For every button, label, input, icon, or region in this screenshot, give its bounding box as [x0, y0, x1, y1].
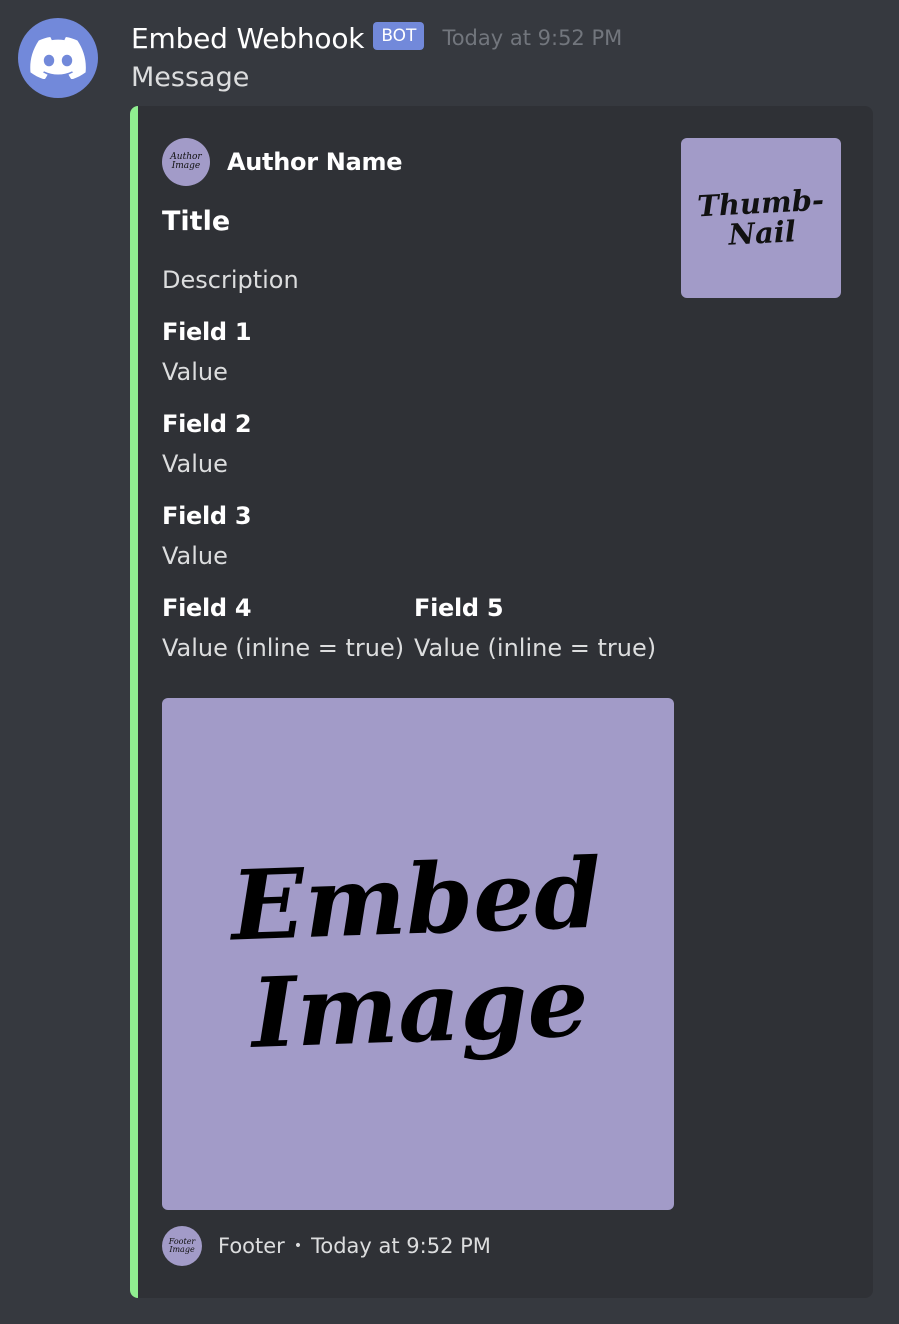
- embed-description: Description: [162, 266, 299, 294]
- embed-thumbnail[interactable]: Thumb- Nail: [681, 138, 841, 298]
- embed-field-inline: Field 4 Value (inline = true): [162, 592, 404, 664]
- message-header: Embed Webhook BOT Today at 9:52 PM: [131, 18, 622, 58]
- embed-image[interactable]: Embed Image: [162, 698, 674, 1210]
- footer-separator: •: [293, 1238, 303, 1254]
- embed-field-name: Field 1: [162, 318, 252, 346]
- embed-field-name: Field 2: [162, 410, 252, 438]
- embed-field-value: Value: [162, 542, 228, 570]
- embed-field: Field 2 Value: [162, 408, 252, 480]
- embed-field-name: Field 3: [162, 502, 252, 530]
- embed-color-bar: [130, 106, 138, 1298]
- footer-icon-text: Image: [169, 1245, 195, 1254]
- embed-author-name: Author Name: [227, 148, 403, 176]
- embed-author: Author Image Author Name: [162, 138, 402, 186]
- embed-footer: Footer Image Footer • Today at 9:52 PM: [162, 1226, 491, 1266]
- embed-footer-text: Footer: [218, 1234, 285, 1258]
- user-avatar[interactable]: [18, 18, 98, 98]
- thumbnail-text: Thumb- Nail: [696, 182, 825, 252]
- embed-field-name: Field 5: [414, 594, 504, 622]
- message-content: Message: [131, 62, 250, 93]
- discord-logo-icon: [30, 37, 86, 79]
- embed-field: Field 1 Value: [162, 316, 252, 388]
- bot-badge: BOT: [373, 22, 425, 50]
- author-icon-text: Image: [171, 161, 201, 171]
- embed: Author Image Author Name Title Descripti…: [130, 106, 873, 1298]
- embed-field-value: Value (inline = true): [162, 634, 405, 662]
- embed-field-value: Value: [162, 358, 228, 386]
- embed-field-inline: Field 5 Value (inline = true): [414, 592, 656, 664]
- embed-footer-timestamp: Today at 9:52 PM: [311, 1234, 491, 1258]
- footer-image-icon: Footer Image: [162, 1226, 202, 1266]
- chat-message: Embed Webhook BOT Today at 9:52 PM Messa…: [0, 0, 899, 1324]
- embed-field-name: Field 4: [162, 594, 252, 622]
- embed-field-value: Value: [162, 450, 228, 478]
- author-image-icon: Author Image: [162, 138, 210, 186]
- username[interactable]: Embed Webhook: [131, 22, 365, 55]
- embed-image-text: Embed Image: [229, 836, 603, 1070]
- embed-field: Field 3 Value: [162, 500, 252, 572]
- embed-title: Title: [162, 206, 231, 237]
- embed-field-value: Value (inline = true): [414, 634, 657, 662]
- message-timestamp[interactable]: Today at 9:52 PM: [442, 26, 622, 50]
